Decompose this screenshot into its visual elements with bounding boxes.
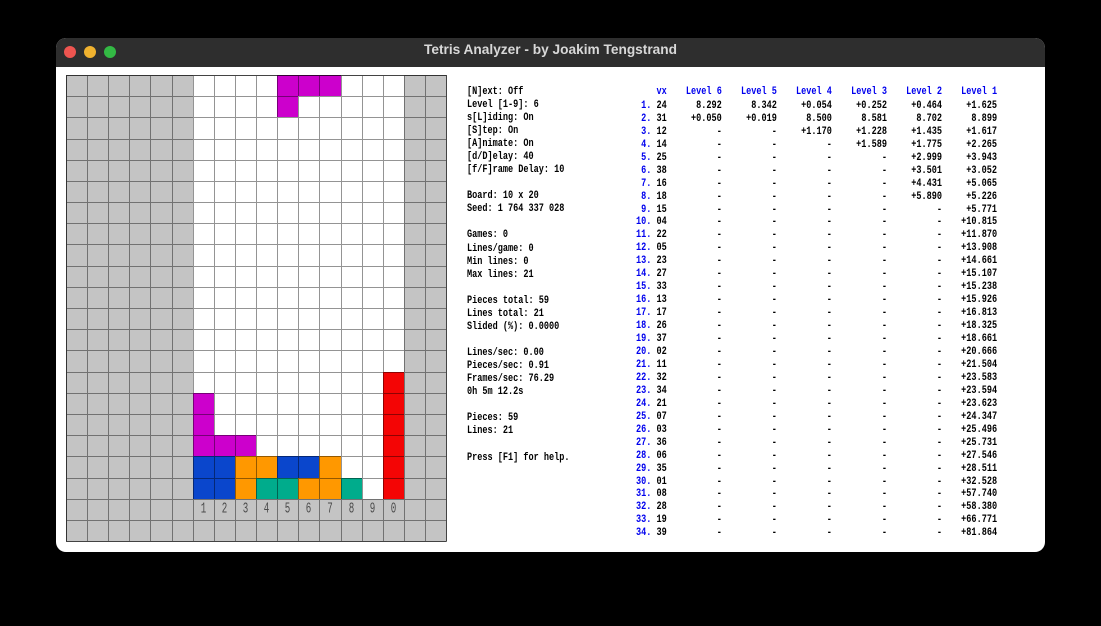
svg-text:3: 3 xyxy=(243,500,249,517)
svg-text:6: 6 xyxy=(306,500,312,517)
svg-text:2: 2 xyxy=(222,500,228,517)
svg-text:4: 4 xyxy=(264,500,270,517)
svg-text:7: 7 xyxy=(327,500,333,517)
svg-text:8: 8 xyxy=(349,500,355,517)
svg-text:1: 1 xyxy=(201,500,207,517)
svg-text:5: 5 xyxy=(285,500,291,517)
svg-text:0: 0 xyxy=(391,500,397,517)
svg-text:9: 9 xyxy=(370,500,376,517)
